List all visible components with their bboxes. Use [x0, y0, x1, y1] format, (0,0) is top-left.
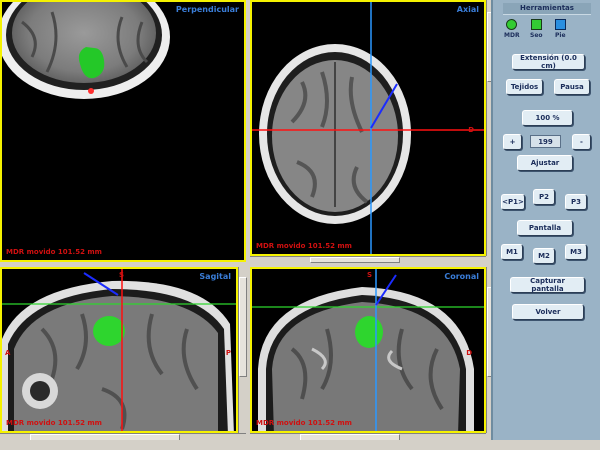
perpendicular-image — [2, 2, 170, 99]
pantalla-button[interactable]: Pantalla — [517, 220, 573, 236]
tejidos-button[interactable]: Tejidos — [506, 79, 543, 95]
tools-panel: Herramientas MDR Seo Pie Extensión (0.0 … — [491, 0, 600, 440]
ajustar-button[interactable]: Ajustar — [517, 155, 573, 171]
status-text: MDR movido 101.52 mm — [6, 419, 102, 427]
pausa-button[interactable]: Pausa — [554, 79, 590, 95]
sagital-vertical-scrollbar[interactable] — [238, 267, 247, 433]
plus-button[interactable]: + — [503, 134, 522, 150]
status-text: MDR movido 101.52 mm — [6, 248, 102, 256]
value-field[interactable]: 199 — [530, 135, 561, 148]
tumor-segmentation — [355, 316, 383, 348]
p2-button[interactable]: P2 — [533, 189, 555, 205]
sagital-image — [2, 269, 236, 431]
coronal-image — [252, 269, 484, 431]
sagital-view[interactable]: Sagital S A P MDR movido 101.52 mm — [0, 267, 238, 433]
orient-top: S — [119, 271, 125, 279]
orient-right: P — [225, 349, 231, 357]
view-title: Sagital — [199, 272, 231, 281]
status-text: MDR movido 101.52 mm — [256, 242, 352, 250]
pie-tool-icon[interactable] — [555, 19, 566, 30]
axial-horizontal-scrollbar[interactable] — [250, 256, 486, 263]
orient-right: D — [468, 126, 474, 134]
orient-left: A — [5, 349, 11, 357]
view-title: Coronal — [444, 272, 479, 281]
zoom-button[interactable]: 100 % — [522, 110, 573, 126]
orient-right: D — [466, 349, 472, 357]
status-bar — [0, 440, 491, 450]
mdr-tool-label: MDR — [504, 32, 520, 39]
m3-button[interactable]: M3 — [565, 244, 587, 260]
pie-tool-label: Pie — [555, 32, 566, 39]
view-title: Axial — [456, 5, 479, 14]
coronal-view[interactable]: Coronal S D MDR movido 101.52 mm — [250, 267, 486, 433]
status-text: MDR movido 101.52 mm — [256, 419, 352, 427]
mdr-tool-icon[interactable] — [506, 19, 517, 30]
m2-button[interactable]: M2 — [533, 248, 555, 264]
volver-button[interactable]: Volver — [512, 304, 584, 320]
tumor-segmentation — [93, 316, 125, 346]
view-title: Perpendicular — [175, 5, 239, 14]
panel-title: Herramientas — [503, 3, 591, 15]
seo-tool-icon[interactable] — [531, 19, 542, 30]
p1-button[interactable]: <P1> — [501, 194, 525, 210]
m1-button[interactable]: M1 — [501, 244, 523, 260]
minus-button[interactable]: - — [572, 134, 591, 150]
axial-view[interactable]: Axial D MDR movido 101.52 mm — [250, 0, 486, 256]
axial-image — [252, 2, 484, 254]
extension-button[interactable]: Extensión (0.0 cm) — [512, 54, 585, 70]
orient-top: S — [367, 271, 373, 279]
seo-tool-label: Seo — [530, 32, 543, 39]
capturar-pantalla-button[interactable]: Capturar pantalla — [510, 277, 585, 293]
perpendicular-view[interactable]: Perpendicular MDR movido 101.52 mm — [0, 0, 246, 262]
p3-button[interactable]: P3 — [565, 194, 587, 210]
